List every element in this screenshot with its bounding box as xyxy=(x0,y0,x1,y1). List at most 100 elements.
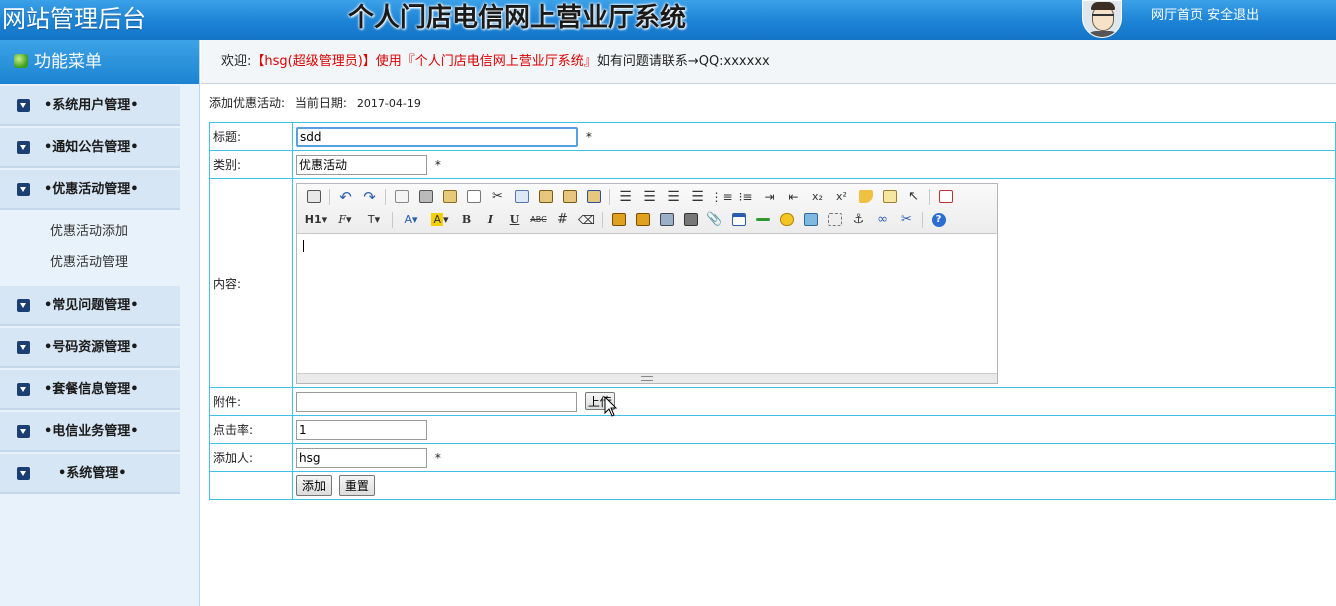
strikethrough-icon[interactable]: ABC xyxy=(528,210,549,230)
pagebreak-icon[interactable] xyxy=(824,210,845,230)
site-brand: 网站管理后台 xyxy=(2,5,146,33)
content-label: 内容: xyxy=(209,178,293,388)
ordered-list-icon[interactable]: ⋮≡ xyxy=(710,187,732,207)
attachment-input[interactable] xyxy=(296,391,577,412)
menu-header: 功能菜单 xyxy=(0,40,199,84)
unlink-icon[interactable]: ✂ xyxy=(896,210,917,230)
table-lines-icon[interactable]: # xyxy=(552,210,573,230)
adder-label: 添加人: xyxy=(209,443,293,472)
form-row-content: 内容: ↶ ↷ ✂ ☰ ☰ ☰ ☰ ⋮≡ ⁝≡ ⇥ ⇤ x₂ x² ↖ H1 ▾… xyxy=(209,178,1336,388)
menu-group-label: •系统管理• xyxy=(58,466,127,481)
outdent-icon[interactable]: ⇤ xyxy=(783,187,804,207)
image-icon[interactable] xyxy=(800,210,821,230)
emoticon-icon[interactable] xyxy=(776,210,797,230)
pointer-icon[interactable]: ↖ xyxy=(903,187,924,207)
required-mark: * xyxy=(585,129,592,144)
editor-body[interactable] xyxy=(297,235,997,373)
flash-icon[interactable] xyxy=(656,210,677,230)
attachment-icon[interactable]: 📎 xyxy=(704,210,725,230)
logout-link[interactable]: 安全退出 xyxy=(1207,8,1259,23)
code-icon[interactable] xyxy=(463,187,484,207)
link-icon[interactable]: ∞ xyxy=(872,210,893,230)
source-icon[interactable] xyxy=(303,187,324,207)
bold-icon[interactable]: B xyxy=(456,210,477,230)
submenu-item-add-promotion[interactable]: 优惠活动添加 xyxy=(0,216,199,247)
menu-group-numbers[interactable]: •号码资源管理• xyxy=(0,328,180,368)
align-left-icon[interactable]: ☰ xyxy=(615,187,636,207)
clicks-label: 点击率: xyxy=(209,415,293,444)
redo-icon[interactable]: ↷ xyxy=(359,187,380,207)
attachment-label: 附件: xyxy=(209,387,293,416)
heading-dropdown[interactable]: H1 ▾ xyxy=(303,210,329,230)
cut-icon[interactable]: ✂ xyxy=(487,187,508,207)
menu-group-faq[interactable]: •常见问题管理• xyxy=(0,286,180,326)
align-center-icon[interactable]: ☰ xyxy=(639,187,660,207)
page-heading: 添加优惠活动: 当前日期: 2017-04-19 xyxy=(209,94,421,111)
copy-icon[interactable] xyxy=(511,187,532,207)
top-links: 网厅首页 安全退出 xyxy=(1151,0,1259,32)
template-icon[interactable] xyxy=(439,187,460,207)
undo-icon[interactable]: ↶ xyxy=(335,187,356,207)
chevron-down-icon xyxy=(17,341,30,354)
underline-icon[interactable]: U xyxy=(504,210,525,230)
media-icon[interactable] xyxy=(680,210,701,230)
adder-input[interactable] xyxy=(296,447,427,468)
clicks-input[interactable] xyxy=(296,419,427,440)
editor-resize-bar[interactable] xyxy=(297,372,997,383)
promotion-form: 标题: * 类别: * 内容: ↶ xyxy=(209,122,1336,500)
submit-button[interactable]: 添加 xyxy=(296,475,333,496)
user-avatar xyxy=(1082,0,1122,38)
align-justify-icon[interactable]: ☰ xyxy=(687,187,708,207)
welcome-bar: 欢迎:【hsg(超级管理员)】使用『个人门店电信网上营业厅系统』如有问题请联系→… xyxy=(201,40,1336,84)
required-mark: * xyxy=(434,450,441,465)
paste-icon[interactable] xyxy=(535,187,556,207)
select-all-icon[interactable] xyxy=(879,187,900,207)
fullscreen-icon[interactable] xyxy=(935,187,956,207)
italic-icon[interactable]: I xyxy=(480,210,501,230)
highlight-dropdown[interactable]: A ▾ xyxy=(427,210,453,230)
chevron-down-icon xyxy=(17,425,30,438)
font-family-dropdown[interactable]: F ▾ xyxy=(332,210,358,230)
menu-group-label: •系统用户管理• xyxy=(44,98,139,113)
preview-icon[interactable] xyxy=(391,187,412,207)
category-input[interactable] xyxy=(296,154,427,175)
menu-group-notices[interactable]: •通知公告管理• xyxy=(0,128,180,168)
unordered-list-icon[interactable]: ⁝≡ xyxy=(735,187,756,207)
clear-format-icon[interactable] xyxy=(855,187,876,207)
paste-text-icon[interactable] xyxy=(559,187,580,207)
form-row-title: 标题: * xyxy=(209,122,1336,151)
chevron-down-icon xyxy=(17,183,30,196)
hr-icon[interactable] xyxy=(752,210,773,230)
insert-column-icon[interactable] xyxy=(632,210,653,230)
print-icon[interactable] xyxy=(415,187,436,207)
top-header: 网站管理后台 个人门店电信网上营业厅系统 网厅首页 安全退出 xyxy=(0,0,1336,40)
table-icon[interactable] xyxy=(728,210,749,230)
title-input[interactable] xyxy=(296,126,578,147)
sidebar: 功能菜单 •系统用户管理• •通知公告管理• •优惠活动管理• 优惠活动添加 优… xyxy=(0,40,200,606)
required-mark: * xyxy=(434,158,441,172)
menu-group-label: •常见问题管理• xyxy=(44,298,139,313)
date-label: 当前日期: xyxy=(294,96,347,110)
submenu-item-manage-promotion[interactable]: 优惠活动管理 xyxy=(0,247,199,278)
chevron-down-icon xyxy=(17,383,30,396)
mouse-pointer-icon xyxy=(604,396,618,417)
form-row-category: 类别: * xyxy=(209,150,1336,179)
home-link[interactable]: 网厅首页 xyxy=(1151,8,1203,23)
align-right-icon[interactable]: ☰ xyxy=(663,187,684,207)
menu-group-system[interactable]: •系统管理• xyxy=(0,454,180,494)
font-color-dropdown[interactable]: A ▾ xyxy=(398,210,424,230)
menu-group-plans[interactable]: •套餐信息管理• xyxy=(0,370,180,410)
help-icon[interactable]: ? xyxy=(928,210,949,230)
font-size-dropdown[interactable]: T ▾ xyxy=(361,210,387,230)
menu-group-system-users[interactable]: •系统用户管理• xyxy=(0,86,180,126)
anchor-icon[interactable]: ⚓ xyxy=(848,210,869,230)
subscript-icon[interactable]: x₂ xyxy=(807,187,828,207)
menu-group-telecom-services[interactable]: •电信业务管理• xyxy=(0,412,180,452)
eraser-icon[interactable]: ⌫ xyxy=(576,210,597,230)
reset-button[interactable]: 重置 xyxy=(338,475,375,496)
menu-group-promotions[interactable]: •优惠活动管理• xyxy=(0,170,180,210)
insert-row-icon[interactable] xyxy=(608,210,629,230)
indent-icon[interactable]: ⇥ xyxy=(759,187,780,207)
paste-word-icon[interactable] xyxy=(583,187,604,207)
superscript-icon[interactable]: x² xyxy=(831,187,852,207)
